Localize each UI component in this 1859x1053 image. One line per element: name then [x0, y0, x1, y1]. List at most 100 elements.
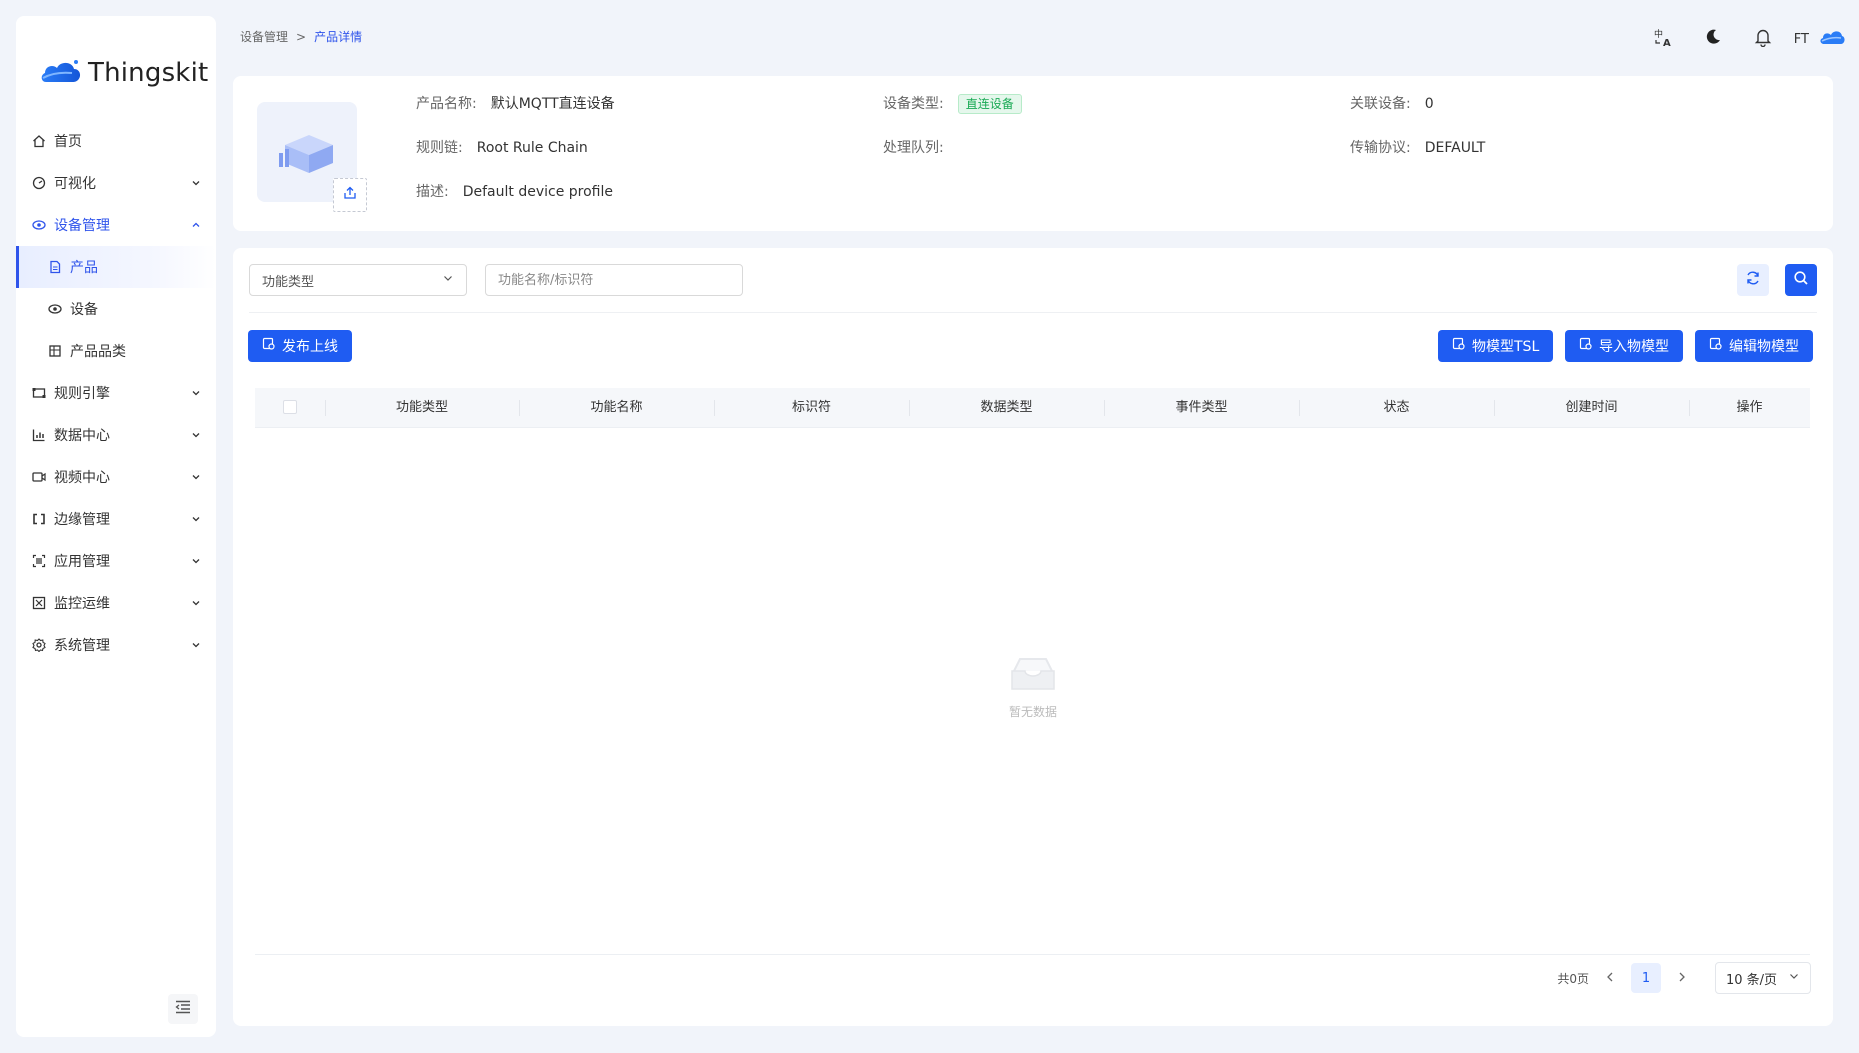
search-input[interactable] — [485, 264, 743, 296]
page-size-select[interactable]: 10 条/页 — [1715, 962, 1811, 994]
next-page-button[interactable] — [1671, 967, 1693, 989]
file-icon — [48, 260, 62, 274]
video-icon — [32, 470, 46, 484]
sidebar-item-label: 数据中心 — [54, 428, 110, 444]
publish-label: 发布上线 — [282, 339, 338, 355]
import-icon — [1579, 337, 1593, 355]
sidebar-item-label: 设备管理 — [54, 218, 110, 234]
monitor-icon — [32, 596, 46, 610]
rule-chain-label: 规则链: — [416, 140, 463, 156]
page-size-value: 10 条/页 — [1726, 972, 1778, 988]
sidebar-item-label: 首页 — [54, 134, 82, 150]
device-manage-icon — [32, 218, 46, 232]
chevron-down-icon — [190, 387, 202, 399]
sidebar-item-product-category[interactable]: 产品品类 — [16, 330, 216, 372]
breadcrumb: 设备管理 > 产品详情 — [240, 28, 362, 45]
edge-icon — [32, 512, 46, 526]
chevron-down-icon — [190, 639, 202, 651]
column-header[interactable]: 功能名称 — [519, 388, 714, 428]
notification-button[interactable] — [1738, 24, 1788, 54]
column-header[interactable]: 事件类型 — [1104, 388, 1299, 428]
info-product-name: 产品名称: 默认MQTT直连设备 — [416, 93, 615, 113]
info-description: 描述: Default device profile — [416, 181, 613, 201]
sidebar-item-system-management[interactable]: 系统管理 — [16, 624, 216, 666]
menu-fold-icon — [175, 1000, 191, 1018]
sidebar-item-data-center[interactable]: 数据中心 — [16, 414, 216, 456]
publish-icon — [262, 337, 276, 355]
info-protocol: 传输协议: DEFAULT — [1350, 137, 1485, 157]
total-pages-text: 共0页 — [1557, 971, 1589, 986]
refresh-icon — [1745, 270, 1761, 290]
prev-page-button[interactable] — [1599, 967, 1621, 989]
column-header[interactable]: 功能类型 — [325, 388, 519, 428]
tsl-button[interactable]: 物模型TSL — [1438, 330, 1554, 362]
filter-bar: 功能类型 — [249, 264, 1817, 296]
column-header[interactable]: 状态 — [1299, 388, 1494, 428]
sidebar-item-product[interactable]: 产品 — [16, 246, 216, 288]
translate-icon: 中A — [1653, 27, 1673, 51]
pagination: 共0页 1 10 条/页 — [1557, 962, 1811, 994]
sidebar-item-home[interactable]: 首页 — [16, 120, 216, 162]
select-all-checkbox[interactable] — [283, 400, 297, 414]
column-header[interactable]: 数据类型 — [909, 388, 1104, 428]
chevron-down-icon — [190, 555, 202, 567]
sidebar: Thingskit 首页 可视化 设备管理 产品 设备 产品品类 规则引擎 数据… — [16, 16, 216, 1037]
footer-divider — [255, 954, 1810, 955]
refresh-button[interactable] — [1737, 264, 1769, 296]
chevron-down-icon — [1788, 970, 1800, 986]
user-initials: FT — [1793, 31, 1809, 47]
sidebar-nav: 首页 可视化 设备管理 产品 设备 产品品类 规则引擎 数据中心 视频中心 边缘… — [16, 120, 216, 666]
sidebar-item-rule-engine[interactable]: 规则引擎 — [16, 372, 216, 414]
product-name-label: 产品名称: — [416, 96, 477, 112]
sidebar-item-label: 产品 — [70, 260, 98, 276]
app-icon — [32, 554, 46, 568]
upload-icon — [342, 185, 358, 205]
column-header[interactable]: 创建时间 — [1494, 388, 1689, 428]
publish-button[interactable]: 发布上线 — [248, 330, 352, 362]
info-queue: 处理队列: — [883, 137, 958, 157]
product-info-card: 产品名称: 默认MQTT直连设备 设备类型: 直连设备 关联设备: 0 规则链: Roo… — [233, 76, 1833, 231]
search-button[interactable] — [1785, 264, 1817, 296]
tsl-icon — [1452, 337, 1466, 355]
sidebar-item-app-management[interactable]: 应用管理 — [16, 540, 216, 582]
sidebar-item-visualization[interactable]: 可视化 — [16, 162, 216, 204]
chevron-down-icon — [190, 513, 202, 525]
settings-icon — [32, 638, 46, 652]
moon-icon — [1704, 28, 1722, 50]
user-menu[interactable]: FT — [1788, 27, 1845, 51]
linked-devices-value: 0 — [1424, 96, 1434, 112]
chevron-up-icon — [190, 219, 202, 231]
import-model-button[interactable]: 导入物模型 — [1565, 330, 1683, 362]
sidebar-item-label: 视频中心 — [54, 470, 110, 486]
device-type-label: 设备类型: — [883, 96, 944, 112]
column-header: 操作 — [1689, 388, 1810, 428]
sidebar-item-monitoring[interactable]: 监控运维 — [16, 582, 216, 624]
sidebar-item-device-management[interactable]: 设备管理 — [16, 204, 216, 246]
sidebar-item-edge-management[interactable]: 边缘管理 — [16, 498, 216, 540]
language-button[interactable]: 中A — [1638, 24, 1688, 54]
sidebar-item-label: 监控运维 — [54, 596, 110, 612]
function-type-placeholder: 功能类型 — [262, 274, 315, 290]
edit-model-button[interactable]: 编辑物模型 — [1695, 330, 1813, 362]
function-type-select[interactable]: 功能类型 — [249, 264, 467, 296]
page-number[interactable]: 1 — [1631, 963, 1661, 993]
home-icon — [32, 134, 46, 148]
app-logo[interactable]: Thingskit — [40, 56, 208, 90]
device-type-tag: 直连设备 — [957, 94, 1022, 114]
dashboard-icon — [32, 176, 46, 190]
breadcrumb-parent[interactable]: 设备管理 — [240, 28, 288, 45]
product-name-value: 默认MQTT直连设备 — [490, 96, 615, 112]
rule-engine-icon — [32, 386, 46, 400]
import-label: 导入物模型 — [1599, 339, 1669, 355]
upload-image-button[interactable] — [333, 178, 367, 212]
edit-label: 编辑物模型 — [1729, 339, 1799, 355]
tsl-label: 物模型TSL — [1472, 339, 1540, 355]
sidebar-item-label: 规则引擎 — [54, 386, 110, 402]
protocol-label: 传输协议: — [1350, 140, 1411, 156]
avatar — [1819, 27, 1845, 51]
column-header[interactable]: 标识符 — [714, 388, 909, 428]
collapse-sidebar-button[interactable] — [168, 994, 198, 1024]
sidebar-item-video-center[interactable]: 视频中心 — [16, 456, 216, 498]
sidebar-item-device[interactable]: 设备 — [16, 288, 216, 330]
dark-mode-toggle[interactable] — [1688, 24, 1738, 54]
